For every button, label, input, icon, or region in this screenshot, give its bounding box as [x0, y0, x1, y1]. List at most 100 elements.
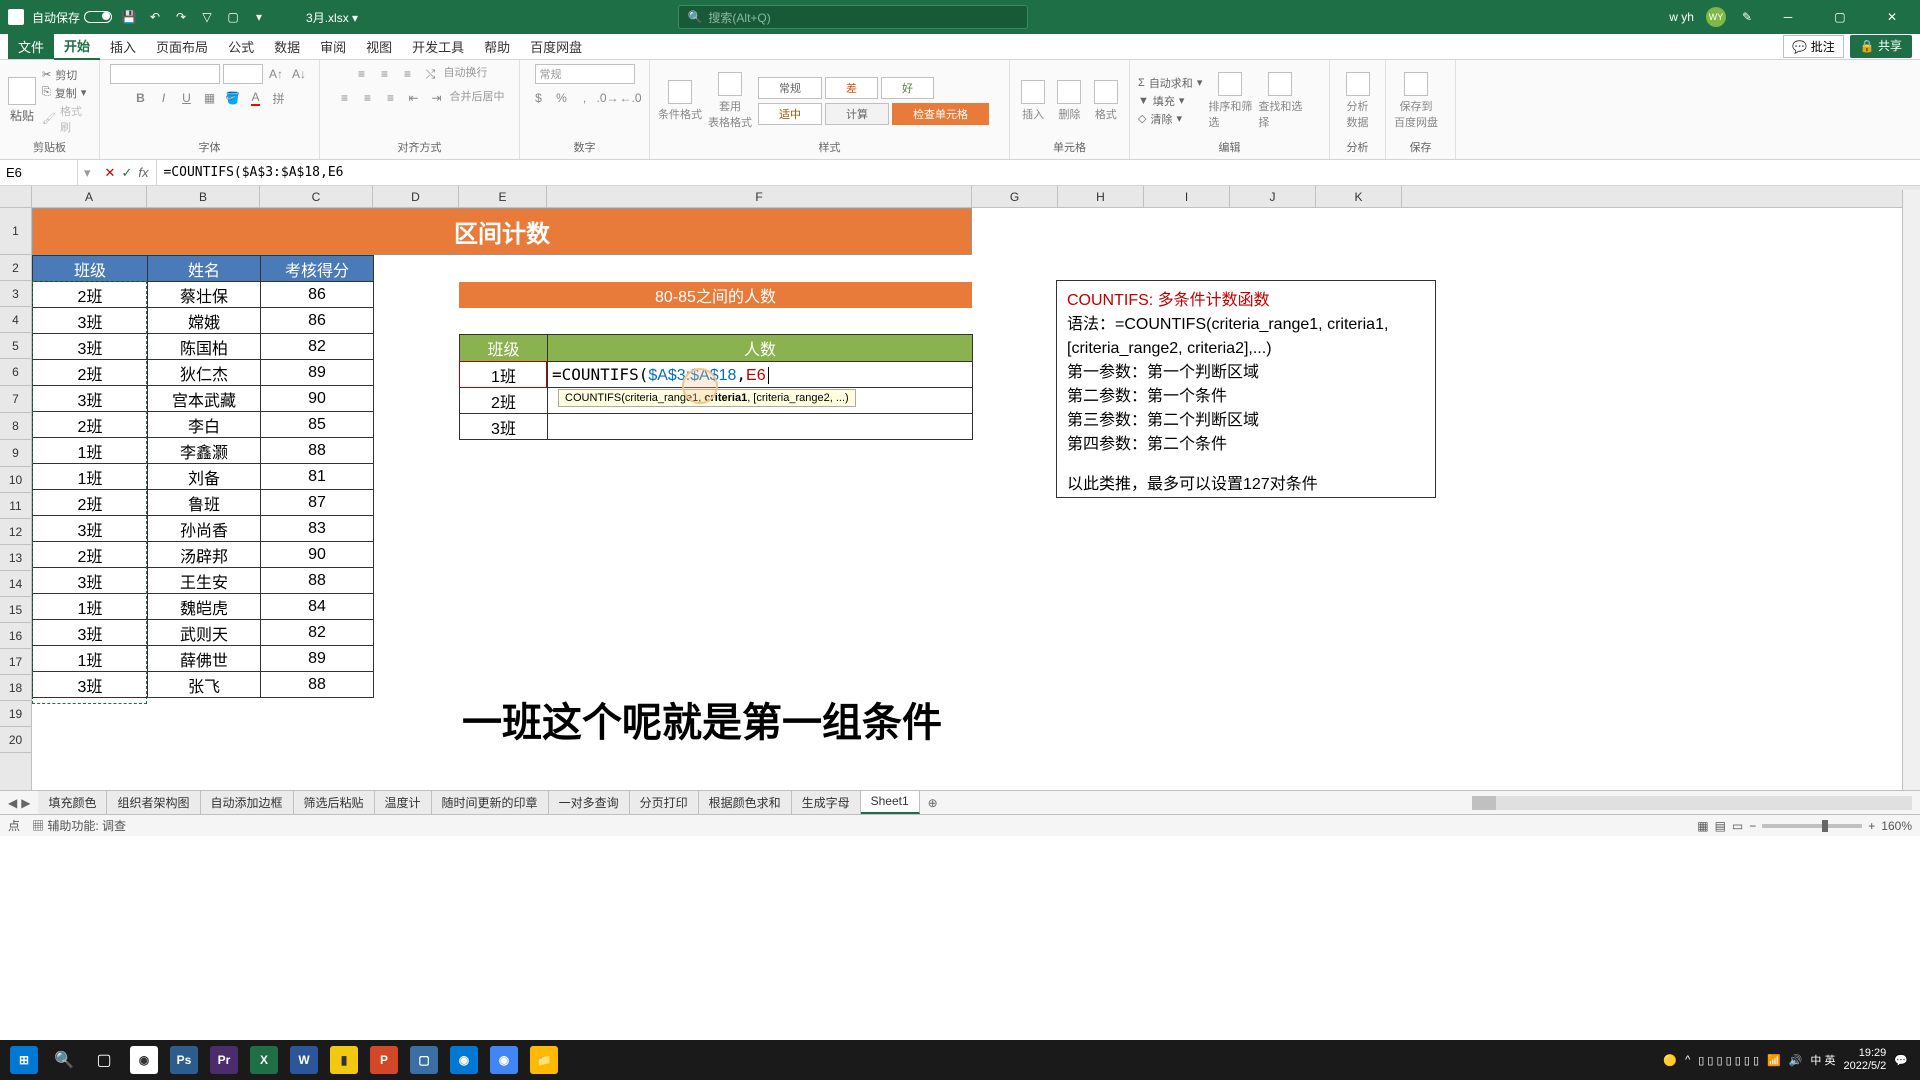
- menu-baidu[interactable]: 百度网盘: [520, 34, 592, 59]
- zoom-slider[interactable]: [1762, 824, 1862, 828]
- row-header[interactable]: 16: [0, 623, 31, 649]
- col-header[interactable]: C: [260, 186, 373, 207]
- table-cell[interactable]: 82: [261, 620, 374, 646]
- tray-icons[interactable]: ▯ ▯ ▯ ▯ ▯ ▯ ▯: [1698, 1054, 1759, 1067]
- menu-insert[interactable]: 插入: [100, 34, 146, 59]
- row-header[interactable]: 4: [0, 307, 31, 333]
- merge-button[interactable]: 合并后居中: [450, 88, 505, 108]
- col-header[interactable]: K: [1316, 186, 1402, 207]
- filename[interactable]: 3月.xlsx ▾: [306, 9, 358, 26]
- table-cell[interactable]: 2班: [33, 542, 148, 568]
- camera-icon[interactable]: ▢: [224, 8, 242, 26]
- insert-cells-button[interactable]: 插入: [1018, 80, 1048, 122]
- increase-font-icon[interactable]: A↑: [266, 64, 286, 84]
- search-box[interactable]: 🔍 搜索(Alt+Q): [678, 5, 1028, 29]
- fx-icon[interactable]: fx: [138, 165, 148, 180]
- indent-inc-icon[interactable]: ⇥: [427, 88, 447, 108]
- start-button[interactable]: ⊞: [4, 1040, 44, 1080]
- sheet-tab[interactable]: 分页打印: [630, 791, 699, 814]
- sheet-tab[interactable]: 筛选后粘贴: [294, 791, 375, 814]
- table-cell[interactable]: 1班: [33, 464, 148, 490]
- table-cell[interactable]: 张飞: [148, 672, 261, 698]
- row-header[interactable]: 17: [0, 649, 31, 675]
- tab-next-icon[interactable]: ▶: [21, 796, 30, 810]
- row-header[interactable]: 5: [0, 333, 31, 359]
- col-header[interactable]: I: [1144, 186, 1230, 207]
- sheet-tab[interactable]: 一对多查询: [549, 791, 630, 814]
- row-header[interactable]: 2: [0, 255, 31, 281]
- table-cell[interactable]: 3班: [33, 334, 148, 360]
- row-header[interactable]: 3: [0, 281, 31, 307]
- align-mid-icon[interactable]: ≡: [375, 64, 395, 84]
- vertical-scrollbar[interactable]: [1902, 190, 1920, 790]
- align-right-icon[interactable]: ≡: [381, 88, 401, 108]
- result-cell[interactable]: 2班: [460, 388, 548, 414]
- row-header[interactable]: 13: [0, 545, 31, 571]
- menu-page[interactable]: 页面布局: [146, 34, 218, 59]
- undo-icon[interactable]: ↶: [146, 8, 164, 26]
- fill-color-icon[interactable]: 🪣: [223, 88, 243, 108]
- col-header[interactable]: A: [32, 186, 147, 207]
- col-header[interactable]: H: [1058, 186, 1144, 207]
- align-left-icon[interactable]: ≡: [335, 88, 355, 108]
- menu-dev[interactable]: 开发工具: [402, 34, 474, 59]
- tab-prev-icon[interactable]: ◀: [8, 796, 17, 810]
- col-header[interactable]: E: [459, 186, 547, 207]
- table-cell[interactable]: 90: [261, 386, 374, 412]
- view-break-icon[interactable]: ▭: [1732, 819, 1743, 833]
- table-cell[interactable]: 81: [261, 464, 374, 490]
- style-check[interactable]: 检查单元格: [892, 103, 989, 125]
- cond-format-button[interactable]: 条件格式: [658, 80, 702, 122]
- tray-sound-icon[interactable]: 🔊: [1789, 1054, 1803, 1067]
- row-header[interactable]: 12: [0, 519, 31, 545]
- style-general[interactable]: 常规: [758, 77, 822, 99]
- tray-up-icon[interactable]: ^: [1685, 1054, 1690, 1066]
- table-cell[interactable]: 88: [261, 438, 374, 464]
- table-cell[interactable]: 90: [261, 542, 374, 568]
- menu-view[interactable]: 视图: [356, 34, 402, 59]
- style-neutral[interactable]: 适中: [758, 103, 822, 125]
- table-cell[interactable]: 魏皑虎: [148, 594, 261, 620]
- sort-filter-button[interactable]: 排序和筛选: [1208, 72, 1252, 130]
- taskview-icon[interactable]: ▢: [84, 1040, 124, 1080]
- row-header[interactable]: 10: [0, 467, 31, 493]
- view-normal-icon[interactable]: ▦: [1697, 819, 1708, 833]
- tray-weather-icon[interactable]: 🟡: [1663, 1054, 1677, 1067]
- style-bad[interactable]: 差: [825, 77, 878, 99]
- font-selector[interactable]: [110, 64, 220, 84]
- autosum-button[interactable]: Σ 自动求和 ▾: [1138, 75, 1202, 91]
- photoshop-icon[interactable]: Ps: [164, 1040, 204, 1080]
- copy-button[interactable]: ⎘ 复制 ▾: [42, 85, 91, 101]
- align-bot-icon[interactable]: ≡: [398, 64, 418, 84]
- save-baidu-button[interactable]: 保存到 百度网盘: [1394, 72, 1438, 130]
- zoom-out-icon[interactable]: −: [1749, 819, 1756, 833]
- comma-icon[interactable]: ,: [575, 88, 595, 108]
- table-cell[interactable]: 王生安: [148, 568, 261, 594]
- clear-button[interactable]: ◇ 清除 ▾: [1138, 111, 1202, 127]
- app-icon-1[interactable]: ▢: [404, 1040, 444, 1080]
- table-cell[interactable]: 武则天: [148, 620, 261, 646]
- decrease-font-icon[interactable]: A↓: [289, 64, 309, 84]
- sheet-tab[interactable]: 生成字母: [792, 791, 861, 814]
- menu-data[interactable]: 数据: [264, 34, 310, 59]
- table-cell[interactable]: 鲁班: [148, 490, 261, 516]
- table-cell[interactable]: 84: [261, 594, 374, 620]
- table-cell[interactable]: 嫦娥: [148, 308, 261, 334]
- folder-icon[interactable]: 📁: [524, 1040, 564, 1080]
- share-button[interactable]: 🔒 共享: [1850, 35, 1912, 58]
- table-cell[interactable]: 1班: [33, 594, 148, 620]
- table-cell[interactable]: 宫本武藏: [148, 386, 261, 412]
- col-header[interactable]: D: [373, 186, 459, 207]
- row-header[interactable]: 20: [0, 727, 31, 753]
- premiere-icon[interactable]: Pr: [204, 1040, 244, 1080]
- sheet-tab[interactable]: 随时间更新的印章: [432, 791, 549, 814]
- row-header[interactable]: 8: [0, 413, 31, 440]
- save-icon[interactable]: 💾: [120, 8, 138, 26]
- horizontal-scrollbar[interactable]: [1472, 796, 1912, 810]
- formula-input[interactable]: =COUNTIFS($A$3:$A$18,E6: [157, 165, 1920, 180]
- notifications-icon[interactable]: 💬: [1894, 1054, 1908, 1067]
- col-header[interactable]: F: [547, 186, 972, 207]
- format-painter-button[interactable]: 🖌 格式刷: [42, 103, 91, 135]
- indent-dec-icon[interactable]: ⇤: [404, 88, 424, 108]
- table-cell[interactable]: 86: [261, 308, 374, 334]
